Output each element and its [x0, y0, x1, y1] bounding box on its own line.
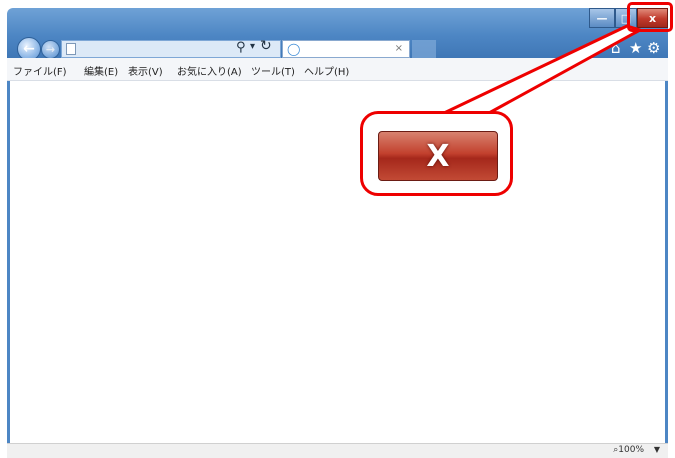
minimize-icon: — [596, 11, 608, 25]
forward-icon: → [45, 43, 56, 56]
browser-tab[interactable]: ◯ × [282, 40, 410, 58]
new-tab-button[interactable] [412, 40, 436, 58]
menu-bar: ファイル(F) 編集(E) 表示(V) お気に入り(A) ツール(T) ヘルプ(… [7, 58, 668, 81]
back-icon: ← [23, 41, 35, 57]
minimize-button[interactable]: — [589, 8, 615, 28]
zoom-level[interactable]: ⌕100% [613, 445, 644, 455]
enlarged-close-label: X [426, 138, 450, 174]
home-icon[interactable]: ⌂ [611, 39, 621, 57]
refresh-icon[interactable]: ↻ [260, 38, 272, 54]
close-button-highlight [627, 2, 673, 32]
settings-gear-icon[interactable]: ⚙ [647, 39, 660, 57]
page-content [7, 81, 668, 443]
tab-close-button[interactable]: × [395, 43, 403, 54]
menu-file[interactable]: ファイル(F) [13, 63, 67, 78]
status-bar: ⌕100% ▼ [7, 443, 668, 458]
search-dropdown-icon[interactable]: ▾ [250, 41, 255, 52]
zoom-value: 100% [618, 445, 644, 455]
forward-button[interactable]: → [41, 40, 60, 59]
enlarged-close-button: X [378, 131, 498, 181]
menu-edit[interactable]: 編集(E) [84, 63, 118, 78]
ie-icon: ◯ [287, 42, 301, 56]
browser-window: ← → ⚲ ▾ ↻ ◯ × — □ x ⌂ ★ ⚙ ファイル(F) 編集(E) … [7, 8, 668, 458]
page-icon [66, 43, 76, 55]
menu-help[interactable]: ヘルプ(H) [304, 63, 349, 78]
address-bar[interactable] [61, 40, 281, 58]
title-bar: ← → ⚲ ▾ ↻ ◯ × — □ x ⌂ ★ ⚙ [7, 8, 668, 61]
menu-favorites[interactable]: お気に入り(A) [177, 63, 242, 78]
menu-tools[interactable]: ツール(T) [251, 63, 295, 78]
zoom-dropdown-icon[interactable]: ▼ [654, 445, 660, 454]
search-icon[interactable]: ⚲ [236, 40, 246, 55]
favorites-star-icon[interactable]: ★ [629, 39, 642, 57]
menu-view[interactable]: 表示(V) [128, 63, 163, 78]
